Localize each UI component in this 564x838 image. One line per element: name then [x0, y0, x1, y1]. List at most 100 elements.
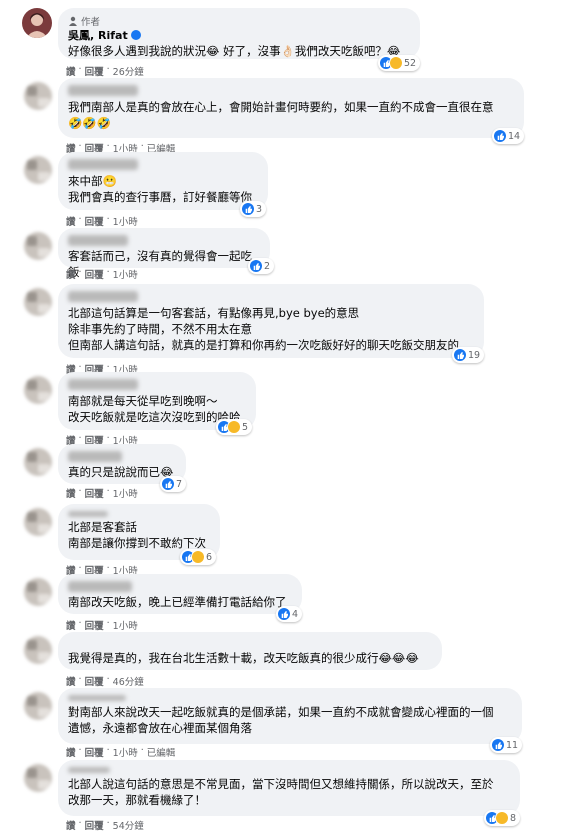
like-button[interactable]: 讚 — [66, 818, 76, 832]
timestamp[interactable]: 1小時 — [113, 486, 138, 500]
commenter-name[interactable] — [68, 451, 122, 462]
reply-button[interactable]: 回覆 — [85, 674, 104, 688]
avatar[interactable] — [24, 578, 52, 606]
avatar[interactable] — [24, 636, 52, 664]
like-button[interactable]: 讚 — [66, 486, 76, 500]
reply-button[interactable]: 回覆 — [85, 818, 104, 832]
reaction-count: 3 — [256, 203, 263, 215]
haha-reaction-icon — [228, 421, 240, 433]
like-button[interactable]: 讚 — [66, 674, 76, 688]
timestamp[interactable]: 26分鐘 — [113, 64, 144, 78]
commenter-name[interactable] — [68, 511, 108, 517]
reply-button[interactable]: 回覆 — [85, 64, 104, 78]
like-reaction-icon — [492, 739, 504, 751]
reaction-summary[interactable]: 52 — [378, 55, 421, 71]
commenter-name[interactable] — [68, 159, 138, 170]
author-comment-bubble: 作者 吳鳳, Rifat 好像很多人遇到我說的狀況😂 好了，沒事👌🏻我們改天吃飯… — [58, 8, 420, 59]
comment-text: 北部是客套話 南部是讓你撐到不敢約下次 — [68, 520, 206, 550]
comment-bubble: 我覺得是真的，我在台北生活數十載，改天吃飯真的很少成行😂😂😂 — [58, 632, 442, 670]
reaction-summary[interactable]: 3 — [240, 201, 267, 217]
timestamp[interactable]: 46分鐘 — [113, 674, 144, 688]
reply-button[interactable]: 回覆 — [85, 214, 104, 228]
timestamp[interactable]: 1小時 — [113, 267, 138, 281]
timestamp[interactable]: 1小時 — [113, 745, 138, 759]
timestamp[interactable]: 54分鐘 — [113, 818, 144, 832]
comment-actions: 讚 · 回覆 · 26分鐘 — [66, 64, 144, 78]
like-reaction-icon — [454, 349, 466, 361]
author-name[interactable]: 吳鳳, Rifat — [68, 27, 128, 43]
like-button[interactable]: 讚 — [66, 745, 76, 759]
verified-icon — [130, 30, 141, 40]
reply-button[interactable]: 回覆 — [85, 618, 104, 632]
like-button[interactable]: 讚 — [66, 214, 76, 228]
comment-actions: 讚 · 回覆 · 1小時 — [66, 267, 138, 281]
like-reaction-icon — [162, 478, 174, 490]
avatar[interactable] — [24, 692, 52, 720]
commenter-name[interactable] — [68, 695, 126, 701]
comment-actions: 讚 · 回覆 · 46分鐘 — [66, 674, 144, 688]
comment-text: 北部人說這句話的意思是不常見面，當下沒時間但又想維持關係，所以說改天，至於 改那… — [68, 777, 494, 807]
reaction-summary[interactable]: 2 — [248, 258, 275, 274]
author-avatar[interactable] — [22, 8, 52, 38]
like-reaction-icon — [250, 260, 262, 272]
reaction-count: 5 — [242, 421, 249, 433]
author-badge: 作者 — [68, 14, 410, 28]
reaction-summary[interactable]: 6 — [180, 549, 217, 565]
reply-button[interactable]: 回覆 — [85, 486, 104, 500]
avatar[interactable] — [24, 82, 52, 110]
commenter-name[interactable] — [68, 291, 138, 302]
commenter-name[interactable] — [68, 235, 128, 246]
reaction-count: 14 — [508, 130, 521, 142]
reaction-summary[interactable]: 14 — [492, 128, 525, 144]
like-reaction-icon — [242, 203, 254, 215]
reaction-count: 4 — [292, 608, 299, 620]
avatar[interactable] — [24, 764, 52, 792]
timestamp[interactable]: 1小時 — [113, 618, 138, 632]
reaction-count: 2 — [264, 260, 271, 272]
avatar[interactable] — [24, 376, 52, 404]
avatar[interactable] — [24, 232, 52, 260]
avatar[interactable] — [24, 156, 52, 184]
reaction-summary[interactable]: 19 — [452, 347, 485, 363]
like-button[interactable]: 讚 — [66, 618, 76, 632]
reaction-summary[interactable]: 8 — [484, 810, 521, 826]
comment-text: 北部這句話算是一句客套話，有點像再見,bye bye的意思 除非事先約了時間，不… — [68, 306, 459, 352]
author-comment-text: 好像很多人遇到我說的狀況😂 好了，沒事👌🏻我們改天吃飯吧？😂 — [68, 44, 401, 58]
comment-text: 來中部😬 我們會真的查行事曆，訂好餐廳等你 — [68, 174, 252, 204]
reaction-summary[interactable]: 7 — [160, 476, 187, 492]
like-reaction-icon — [278, 608, 290, 620]
comment-actions: 讚 · 回覆 · 1小時 — [66, 618, 138, 632]
author-badge-icon — [69, 16, 77, 26]
reaction-summary[interactable]: 5 — [216, 419, 253, 435]
comment-bubble: 南部改天吃飯，晚上已經準備打電話給你了 — [58, 574, 302, 614]
reaction-count: 7 — [176, 478, 183, 490]
like-button[interactable]: 讚 — [66, 267, 76, 281]
reaction-count: 6 — [206, 551, 213, 563]
commenter-name[interactable] — [68, 581, 132, 592]
comment-bubble: 北部人說這句話的意思是不常見面，當下沒時間但又想維持關係，所以說改天，至於 改那… — [58, 760, 520, 816]
comment-text: 我們南部人是真的會放在心上，會開始計畫何時要約，如果一直約不成會一直很在意 🤣🤣… — [68, 100, 494, 130]
reply-button[interactable]: 回覆 — [85, 745, 104, 759]
reaction-count: 19 — [468, 349, 481, 361]
comment-text: 對南部人來說改天一起吃飯就真的是個承諾，如果一直約不成就會變成心裡面的一個 遺憾… — [68, 705, 494, 735]
reaction-summary[interactable]: 4 — [276, 606, 303, 622]
comment-bubble: 北部這句話算是一句客套話，有點像再見,bye bye的意思 除非事先約了時間，不… — [58, 284, 484, 358]
comment-actions: 讚 · 回覆 · 1小時 — [66, 214, 138, 228]
haha-reaction-icon — [192, 551, 204, 563]
reaction-summary[interactable]: 11 — [490, 737, 523, 753]
edited-label[interactable]: 已編輯 — [147, 745, 176, 759]
avatar[interactable] — [24, 448, 52, 476]
comment-actions: 讚 · 回覆 · 1小時 — [66, 486, 138, 500]
reaction-count: 11 — [506, 739, 519, 751]
comment-text: 真的只是說說而已😂 — [68, 465, 174, 479]
timestamp[interactable]: 1小時 — [113, 214, 138, 228]
avatar[interactable] — [24, 288, 52, 316]
comment-bubble: 對南部人來說改天一起吃飯就真的是個承諾，如果一直約不成就會變成心裡面的一個 遺憾… — [58, 688, 522, 744]
comment-actions: 讚 · 回覆 · 1小時 · 已編輯 — [66, 745, 176, 759]
commenter-name[interactable] — [68, 767, 110, 773]
avatar[interactable] — [24, 508, 52, 536]
reply-button[interactable]: 回覆 — [85, 267, 104, 281]
commenter-name[interactable] — [68, 85, 138, 96]
commenter-name[interactable] — [68, 379, 138, 390]
like-button[interactable]: 讚 — [66, 64, 76, 78]
